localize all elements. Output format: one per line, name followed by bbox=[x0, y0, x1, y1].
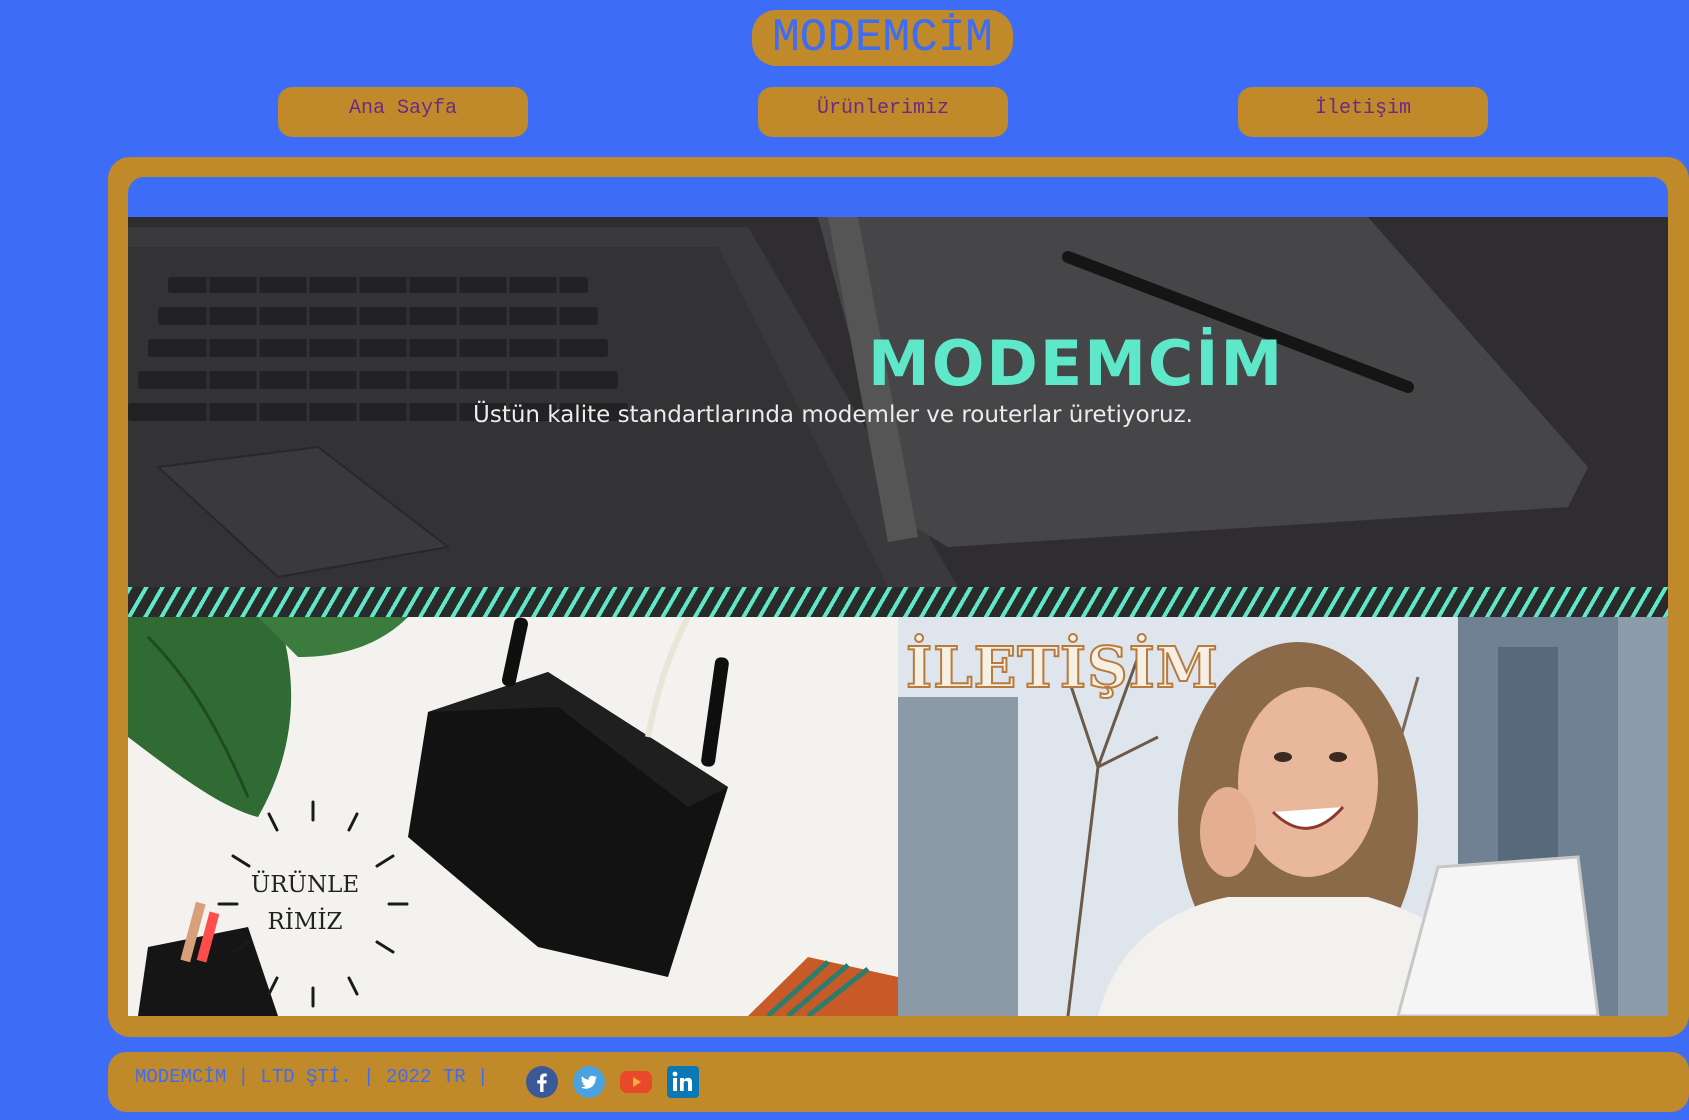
footer-copyright: MODEMCİM | LTD ŞTİ. | 2022 TR | bbox=[135, 1066, 489, 1088]
youtube-icon[interactable] bbox=[620, 1066, 652, 1098]
products-tile-label: ÜRÜNLE RİMİZ bbox=[245, 867, 365, 941]
hero-banner: MODEMCİM Üstün kalite standartlarında mo… bbox=[128, 217, 1668, 587]
products-label-line2: RİMİZ bbox=[267, 909, 343, 935]
hero-subtitle: Üstün kalite standartlarında modemler ve… bbox=[473, 402, 1193, 428]
facebook-icon[interactable] bbox=[526, 1066, 558, 1098]
linkedin-icon[interactable] bbox=[667, 1066, 699, 1098]
footer: MODEMCİM | LTD ŞTİ. | 2022 TR | bbox=[108, 1052, 1689, 1112]
products-label-line1: ÜRÜNLE bbox=[250, 872, 360, 898]
site-logo[interactable]: MODEMCİM bbox=[752, 10, 1013, 66]
products-tile[interactable]: ÜRÜNLE RİMİZ bbox=[128, 617, 898, 1016]
hero-title: MODEMCİM bbox=[868, 327, 1285, 400]
nav-products-button[interactable]: Ürünlerimiz bbox=[758, 87, 1008, 137]
contact-tile-label: İLETİŞİM bbox=[905, 634, 1219, 702]
twitter-icon[interactable] bbox=[573, 1066, 605, 1098]
contact-tile[interactable]: İLETİŞİM bbox=[898, 617, 1668, 1016]
decorative-stripe-divider bbox=[128, 587, 1668, 617]
nav-contact-button[interactable]: İletişim bbox=[1238, 87, 1488, 137]
nav-home-button[interactable]: Ana Sayfa bbox=[278, 87, 528, 137]
main-content: MODEMCİM Üstün kalite standartlarında mo… bbox=[128, 177, 1668, 1016]
router-illustration bbox=[128, 617, 898, 1016]
